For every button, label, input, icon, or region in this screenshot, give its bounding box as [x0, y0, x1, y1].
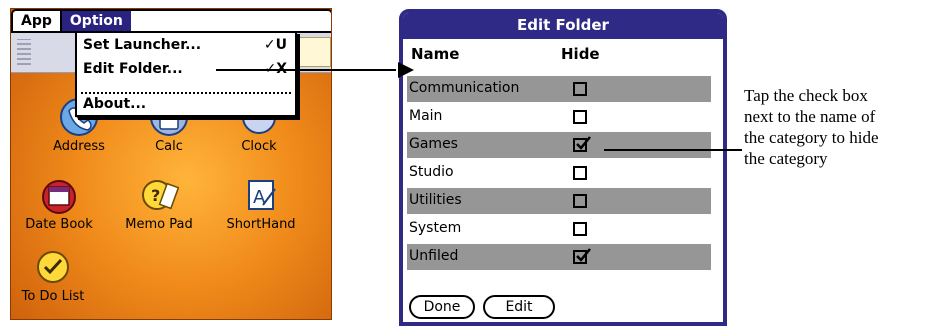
callout-line: the category to hide [744, 128, 879, 147]
callout-line: the category [744, 149, 828, 168]
callout-text: Tap the check box next to the name of th… [744, 85, 944, 169]
callout-line: next to the name of [744, 107, 876, 126]
callout-line: Tap the check box [744, 86, 868, 105]
arrow-head-icon [398, 62, 414, 78]
